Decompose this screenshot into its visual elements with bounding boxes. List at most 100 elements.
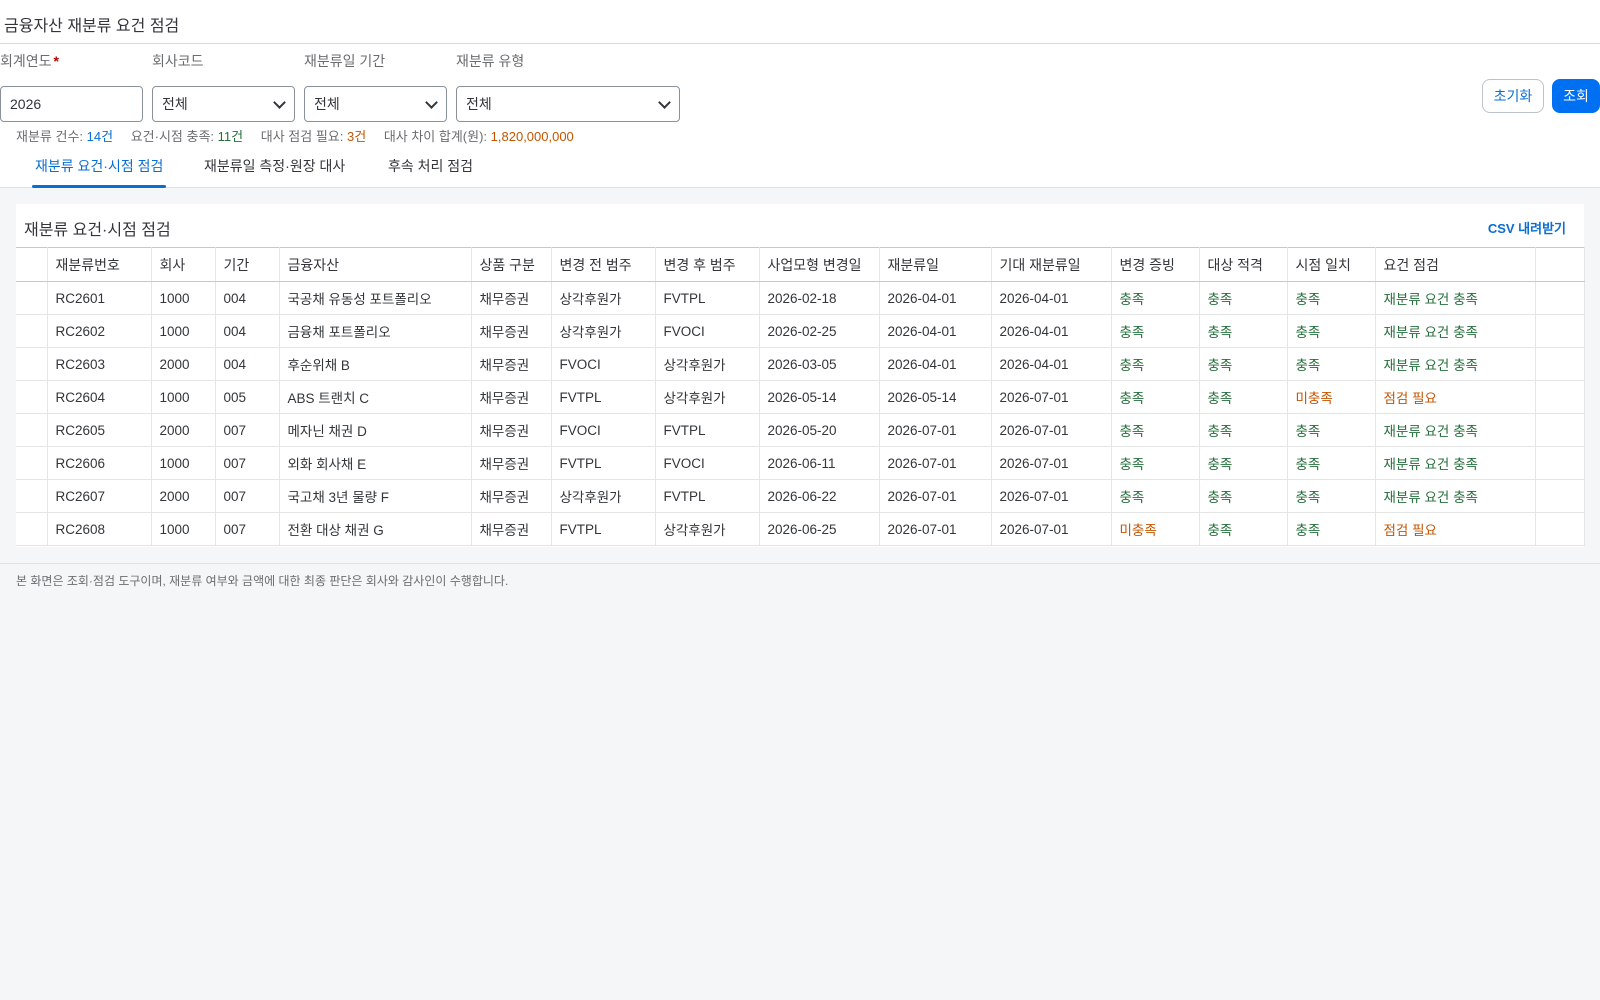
table-cell: 상각후원가 <box>655 347 760 381</box>
table-cell: 007 <box>215 413 280 447</box>
table-cell: 2026-04-01 <box>991 314 1112 348</box>
row-selector[interactable] <box>16 314 48 348</box>
csv-download-button[interactable]: CSV 내려받기 <box>1488 218 1566 237</box>
row-selector[interactable] <box>16 380 48 414</box>
table-cell: 충족 <box>1287 347 1376 381</box>
table-row[interactable]: RC2602 1000 004 금융채 포트폴리오 채무증권 상각후원가 FVOCI 2026… <box>16 314 1585 348</box>
row-selector[interactable] <box>16 446 48 480</box>
table-cell: 점검 필요 <box>1375 380 1536 414</box>
table-cell: FVTPL <box>655 479 760 513</box>
tab-followup-check[interactable]: 후속 처리 점검 <box>388 156 473 188</box>
table-cell: 재분류 요건 충족 <box>1375 446 1536 480</box>
search-button[interactable]: 조회 <box>1552 79 1600 113</box>
table-cell: 후순위채 B <box>279 347 472 381</box>
table-cell: 채무증권 <box>471 512 552 546</box>
row-selector[interactable] <box>16 479 48 513</box>
table-cell: 채무증권 <box>471 446 552 480</box>
table-cell: 미충족 <box>1111 512 1200 546</box>
table-cell: 채무증권 <box>471 479 552 513</box>
row-spacer <box>1535 314 1585 348</box>
company-code-select[interactable]: 전체 <box>152 86 295 122</box>
table-cell: 2026-04-01 <box>879 347 992 381</box>
row-select-header <box>16 247 48 282</box>
column-header[interactable]: 대상 적격 <box>1199 247 1288 282</box>
table-cell: RC2603 <box>47 347 152 381</box>
table-cell: 2026-07-01 <box>991 479 1112 513</box>
summary-diff: 대사 차이 합계(원): 1,820,000,000 <box>383 129 574 144</box>
table-cell: FVOCI <box>551 413 656 447</box>
table-row[interactable]: RC2606 1000 007 외화 회사채 E 채무증권 FVTPL FVOCI 2026-… <box>16 446 1585 480</box>
table-row[interactable]: RC2608 1000 007 전환 대상 채권 G 채무증권 FVTPL 상각후원가 202… <box>16 512 1585 546</box>
row-selector[interactable] <box>16 281 48 315</box>
row-spacer <box>1535 413 1585 447</box>
table-cell: 충족 <box>1111 314 1200 348</box>
table-cell: 2026-07-01 <box>879 479 992 513</box>
table-cell: 2026-07-01 <box>879 512 992 546</box>
table-cell: 채무증권 <box>471 413 552 447</box>
table-cell: 충족 <box>1199 413 1288 447</box>
column-header[interactable]: 변경 증빙 <box>1111 247 1200 282</box>
table-row[interactable]: RC2601 1000 004 국공채 유동성 포트폴리오 채무증권 상각후원가 FVTPL… <box>16 281 1585 315</box>
table-cell: 2026-02-18 <box>759 281 880 315</box>
company-code-field: 회사코드 전체 <box>152 52 295 122</box>
chevron-down-icon <box>658 96 671 109</box>
table-cell: 004 <box>215 314 280 348</box>
table-cell: FVTPL <box>551 380 656 414</box>
page-title: 금융자산 재분류 요건 점검 <box>4 18 180 35</box>
reclass-period-value: 전체 <box>314 96 340 112</box>
tab-requirement-check[interactable]: 재분류 요건·시점 점검 <box>31 156 167 188</box>
tab-bar: 재분류 요건·시점 점검 재분류일 측정·원장 대사 후속 처리 점검 <box>0 144 1600 188</box>
table-cell: RC2605 <box>47 413 152 447</box>
table-cell: 1000 <box>151 512 216 546</box>
table-cell: 외화 회사채 E <box>279 446 472 480</box>
table-cell: 재분류 요건 충족 <box>1375 314 1536 348</box>
results-panel: 재분류 요건·시점 점검 CSV 내려받기 재분류번호 회사 기간 금융자산 상품 구분… <box>16 204 1585 547</box>
row-selector[interactable] <box>16 512 48 546</box>
table-cell: FVTPL <box>655 281 760 315</box>
table-row[interactable]: RC2605 2000 007 메자닌 채권 D 채무증권 FVOCI FVTPL 2026-… <box>16 413 1585 447</box>
table-cell: 충족 <box>1199 347 1288 381</box>
column-header[interactable]: 재분류번호 <box>47 247 152 282</box>
row-selector[interactable] <box>16 413 48 447</box>
table-cell: 충족 <box>1287 314 1376 348</box>
table-row[interactable]: RC2607 2000 007 국고채 3년 물량 F 채무증권 상각후원가 FVTPL 20… <box>16 479 1585 513</box>
summary-bar: 재분류 건수: 14건 요건·시점 충족: 11건 대사 점검 필요: 3건 대… <box>16 126 588 145</box>
table-cell: FVTPL <box>551 512 656 546</box>
table-row[interactable]: RC2604 1000 005 ABS 트랜치 C 채무증권 FVTPL 상각후원가 2026… <box>16 380 1585 414</box>
table-cell: 004 <box>215 281 280 315</box>
tab-measurement-reconciliation[interactable]: 재분류일 측정·원장 대사 <box>204 156 345 188</box>
table-cell: 007 <box>215 479 280 513</box>
column-header[interactable]: 회사 <box>151 247 216 282</box>
table-cell: 2026-05-14 <box>759 380 880 414</box>
table-cell: 충족 <box>1287 446 1376 480</box>
reclass-type-select[interactable]: 전체 <box>456 86 680 122</box>
column-header[interactable]: 기간 <box>215 247 280 282</box>
table-cell: 2000 <box>151 479 216 513</box>
fiscal-year-input[interactable]: 2026 <box>0 86 143 122</box>
row-selector[interactable] <box>16 347 48 381</box>
reclass-type-field: 재분류 유형 전체 <box>456 52 680 122</box>
column-header[interactable]: 재분류일 <box>879 247 992 282</box>
table-cell: 전환 대상 채권 G <box>279 512 472 546</box>
summary-review: 대사 점검 필요: 3건 <box>260 129 367 144</box>
column-header[interactable]: 요건 점검 <box>1375 247 1536 282</box>
table-row[interactable]: RC2603 2000 004 후순위채 B 채무증권 FVOCI 상각후원가 2026-03… <box>16 347 1585 381</box>
column-header[interactable]: 기대 재분류일 <box>991 247 1112 282</box>
column-header[interactable]: 변경 전 범주 <box>551 247 656 282</box>
table-cell: 상각후원가 <box>551 479 656 513</box>
reset-button[interactable]: 초기화 <box>1482 79 1544 113</box>
reclass-type-label: 재분류 유형 <box>456 53 525 69</box>
column-header[interactable]: 변경 후 범주 <box>655 247 760 282</box>
table-cell: 미충족 <box>1287 380 1376 414</box>
table-cell: 2026-05-20 <box>759 413 880 447</box>
column-header[interactable]: 금융자산 <box>279 247 472 282</box>
panel-title: 재분류 요건·시점 점검 <box>24 222 171 239</box>
summary-count: 재분류 건수: 14건 <box>16 129 114 144</box>
table-cell: 상각후원가 <box>551 281 656 315</box>
table-cell: 1000 <box>151 314 216 348</box>
column-header[interactable]: 사업모형 변경일 <box>759 247 880 282</box>
table-cell: 충족 <box>1111 347 1200 381</box>
reclass-period-select[interactable]: 전체 <box>304 86 447 122</box>
column-header[interactable]: 상품 구분 <box>471 247 552 282</box>
column-header[interactable]: 시점 일치 <box>1287 247 1376 282</box>
